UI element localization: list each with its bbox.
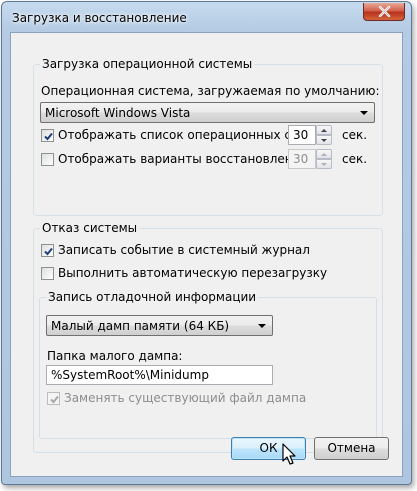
mouse-pointer-icon xyxy=(282,443,296,465)
auto-restart-label[interactable]: Выполнить автоматическую перезагрузку xyxy=(58,266,327,281)
default-os-value: Microsoft Windows Vista xyxy=(45,106,191,120)
window-title: Загрузка и восстановление xyxy=(12,11,187,25)
system-failure-group-label: Отказ системы xyxy=(40,221,140,236)
chevron-down-icon xyxy=(258,324,266,328)
spin-up-button xyxy=(316,149,332,159)
show-recovery-checkbox[interactable] xyxy=(41,153,54,166)
show-os-list-unit: сек. xyxy=(342,128,368,142)
show-recovery-spinner xyxy=(316,149,332,169)
dump-folder-label: Папка малого дампа: xyxy=(47,349,183,363)
dump-folder-input[interactable]: %SystemRoot%\Minidump xyxy=(46,365,273,385)
os-boot-group-label: Загрузка операционной системы xyxy=(40,57,255,72)
overwrite-dump-label: Заменять существующий файл дампа xyxy=(64,391,307,405)
dump-type-select[interactable]: Малый дамп памяти (64 КБ) xyxy=(46,315,273,336)
show-recovery-unit: сек. xyxy=(342,152,368,166)
show-recovery-label[interactable]: Отображать варианты восстановления: xyxy=(58,152,312,167)
show-recovery-seconds-value: 30 xyxy=(293,152,309,166)
title-bar[interactable]: Загрузка и восстановление xyxy=(2,2,411,32)
arrow-up-icon xyxy=(321,129,327,132)
checkmark-icon xyxy=(44,132,53,141)
spin-down-button xyxy=(316,159,332,169)
dialog-window: Загрузка и восстановление Загрузка опера… xyxy=(1,1,412,485)
show-os-list-seconds-value: 30 xyxy=(293,128,309,142)
spin-up-button[interactable] xyxy=(316,125,332,135)
arrow-down-icon xyxy=(321,139,327,142)
cancel-button[interactable]: Отмена xyxy=(314,437,389,460)
default-os-label: Операционная система, загружаемая по умо… xyxy=(41,84,380,98)
auto-restart-checkbox[interactable] xyxy=(41,267,54,280)
checkmark-icon xyxy=(50,395,59,404)
debug-info-group: Запись отладочной информации Малый дамп … xyxy=(39,290,377,439)
spin-down-button[interactable] xyxy=(316,135,332,145)
dialog-content: Загрузка операционной системы Операционн… xyxy=(10,32,403,477)
system-failure-group: Отказ системы Записать событие в системн… xyxy=(33,221,383,453)
write-event-label[interactable]: Записать событие в системный журнал xyxy=(58,243,310,258)
debug-info-group-label: Запись отладочной информации xyxy=(46,290,259,305)
chevron-down-icon xyxy=(360,111,368,115)
arrow-down-icon xyxy=(321,163,327,166)
default-os-select[interactable]: Microsoft Windows Vista xyxy=(40,102,375,123)
arrow-up-icon xyxy=(321,153,327,156)
show-os-list-checkbox[interactable] xyxy=(41,129,54,142)
os-boot-group: Загрузка операционной системы Операционн… xyxy=(33,57,383,216)
overwrite-dump-checkbox xyxy=(47,392,60,405)
close-icon xyxy=(378,6,391,17)
show-os-list-spinner[interactable] xyxy=(316,125,332,145)
close-button[interactable] xyxy=(363,3,405,21)
checkmark-icon xyxy=(44,247,53,256)
dump-folder-value: %SystemRoot%\Minidump xyxy=(51,368,209,382)
write-event-checkbox[interactable] xyxy=(41,244,54,257)
dump-type-value: Малый дамп памяти (64 КБ) xyxy=(51,319,230,333)
show-recovery-seconds-input: 30 xyxy=(288,149,316,169)
show-os-list-seconds-input[interactable]: 30 xyxy=(288,125,316,145)
